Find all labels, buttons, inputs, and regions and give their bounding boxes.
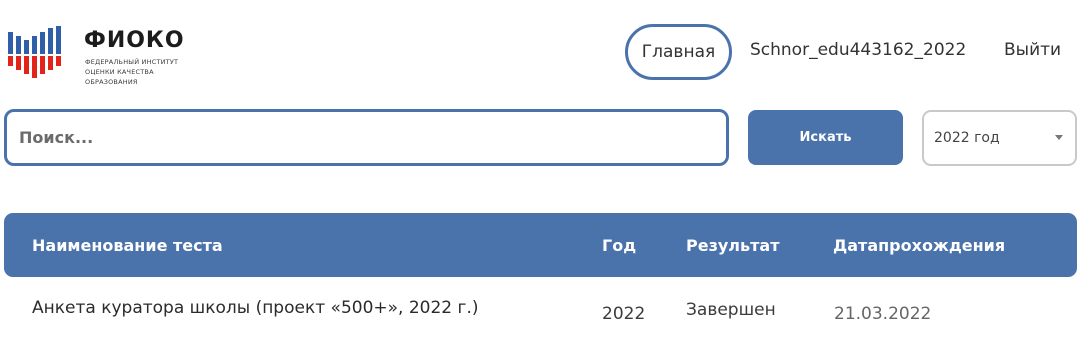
column-header-result: Результат xyxy=(686,236,780,255)
column-header-test-name: Наименование теста xyxy=(32,236,223,255)
year-select[interactable]: 2022 год xyxy=(922,110,1077,166)
cell-test-name[interactable]: Анкета куратора школы (проект «500+», 20… xyxy=(32,298,478,318)
search-button[interactable]: Искать xyxy=(748,110,903,165)
logo-subtitle: ФЕДЕРАЛЬНЫЙ ИНСТИТУТ ОЦЕНКИ КАЧЕСТВА ОБР… xyxy=(85,57,208,87)
cell-year: 2022 xyxy=(602,304,646,324)
table-header: Наименование теста Год Результат Датапро… xyxy=(4,213,1077,277)
fioko-logo[interactable]: ФИОКО ФЕДЕРАЛЬНЫЙ ИНСТИТУТ ОЦЕНКИ КАЧЕСТ… xyxy=(8,24,208,86)
nav-user-link[interactable]: Schnor_edu443162_2022 xyxy=(750,40,966,60)
year-select-value: 2022 год xyxy=(934,130,1000,146)
logo-title: ФИОКО xyxy=(84,28,185,53)
page: ФИОКО ФЕДЕРАЛЬНЫЙ ИНСТИТУТ ОЦЕНКИ КАЧЕСТ… xyxy=(0,0,1089,341)
column-header-year: Год xyxy=(602,236,637,255)
column-header-date: Датапрохождения xyxy=(833,236,1006,255)
logo-subtitle-line2: ОЦЕНКИ КАЧЕСТВА ОБРАЗОВАНИЯ xyxy=(85,68,154,86)
chevron-down-icon xyxy=(1055,135,1063,140)
nav-home-link[interactable]: Главная xyxy=(625,24,732,80)
fioko-emblem-icon xyxy=(8,26,61,78)
cell-result: Завершен xyxy=(686,300,776,320)
cell-date: 21.03.2022 xyxy=(834,304,932,324)
search-input[interactable] xyxy=(4,109,729,166)
nav-exit-link[interactable]: Выйти xyxy=(1004,40,1061,60)
table-row[interactable]: Анкета куратора школы (проект «500+», 20… xyxy=(4,290,1077,330)
logo-subtitle-line1: ФЕДЕРАЛЬНЫЙ ИНСТИТУТ xyxy=(85,58,179,66)
